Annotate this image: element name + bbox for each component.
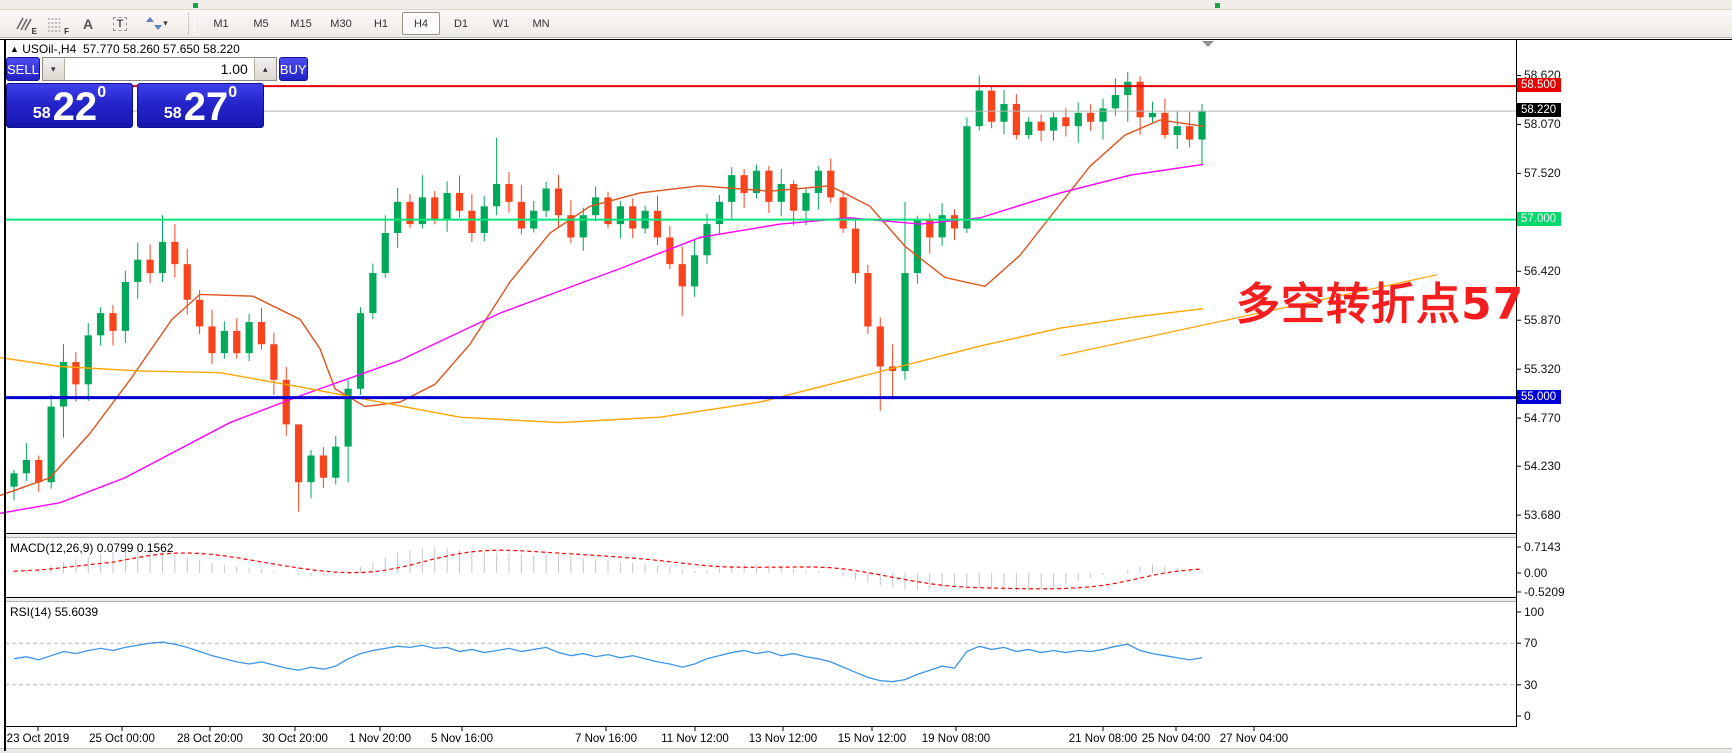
- timeframe-button-M30[interactable]: M30: [322, 12, 360, 35]
- grid-tool-icon[interactable]: F: [40, 11, 72, 37]
- time-axis-label: 15 Nov 12:00: [824, 733, 920, 745]
- text-label-tool-icon[interactable]: A: [72, 11, 104, 37]
- price-tick-label: 58.070: [1524, 117, 1561, 131]
- sell-price-button[interactable]: 58 22 0: [6, 83, 133, 128]
- text-label-glyph: A: [83, 16, 93, 32]
- buy-price-sup: 0: [228, 85, 237, 101]
- timeframe-button-M1[interactable]: M1: [202, 12, 240, 35]
- time-axis-label: 19 Nov 08:00: [908, 733, 1004, 745]
- rsi-scale-label: 0: [1524, 709, 1531, 723]
- time-axis-label: 30 Oct 20:00: [247, 733, 343, 745]
- rsi-name: RSI(14): [10, 605, 51, 619]
- price-badge-58.220: 58.220: [1517, 103, 1561, 117]
- sell-price-big: 22: [53, 91, 98, 124]
- timeframe-button-H4[interactable]: H4: [402, 12, 440, 35]
- timeframe-button-H1[interactable]: H1: [362, 12, 400, 35]
- time-axis-label: 5 Nov 16:00: [414, 733, 510, 745]
- time-axis-label: 25 Oct 00:00: [74, 733, 170, 745]
- chart-ohlc-values: 57.770 58.260 57.650 58.220: [83, 42, 240, 56]
- time-axis-label: 13 Nov 12:00: [735, 733, 831, 745]
- grid-tool-sub: F: [64, 27, 69, 36]
- price-tick-label: 57.520: [1524, 166, 1561, 180]
- timeframe-toolbar: M1M5M15M30H1H4D1W1MN: [201, 12, 561, 35]
- one-click-trading-panel: SELL ▾ ▴ BUY 58 22 0 58 27 0: [6, 57, 264, 128]
- time-axis-label: 27 Nov 04:00: [1206, 733, 1302, 745]
- symbol-marker-icon: ▲: [10, 44, 19, 54]
- sell-price-main: 58: [33, 106, 51, 122]
- macd-value: 0.0799: [97, 541, 134, 555]
- rsi-value: 55.6039: [55, 605, 98, 619]
- buy-price-big: 27: [184, 91, 229, 124]
- timeframe-button-M15[interactable]: M15: [282, 12, 320, 35]
- price-tick-label: 53.680: [1524, 508, 1561, 522]
- pattern-tool-icon[interactable]: E: [8, 11, 40, 37]
- macd-indicator-label: MACD(12,26,9) 0.0799 0.1562: [10, 541, 173, 555]
- volume-decrease-button[interactable]: ▾: [43, 58, 65, 80]
- toolbar-separator: [188, 13, 195, 35]
- rsi-scale-label: 70: [1524, 636, 1537, 650]
- macd-signal-value: 0.1562: [137, 541, 174, 555]
- volume-input[interactable]: [65, 58, 254, 80]
- macd-scale-label: -0.5209: [1524, 585, 1565, 599]
- rsi-scale-label: 30: [1524, 678, 1537, 692]
- chart-annotation-text: 多空转折点57: [1236, 268, 1524, 332]
- timeframe-button-W1[interactable]: W1: [482, 12, 520, 35]
- mt4-terminal-window: E F A T ▾ M1M5M15M30H1H4D1W1MN ▲ USOil-,…: [0, 0, 1732, 753]
- timeframe-button-D1[interactable]: D1: [442, 12, 480, 35]
- timeframe-button-M5[interactable]: M5: [242, 12, 280, 35]
- price-tick-label: 54.770: [1524, 411, 1561, 425]
- time-axis-label: 7 Nov 16:00: [558, 733, 654, 745]
- sell-button[interactable]: SELL: [6, 57, 40, 81]
- textbox-tool-icon[interactable]: T: [104, 11, 136, 37]
- macd-scale-label: 0.7143: [1524, 540, 1561, 554]
- buy-price-button[interactable]: 58 27 0: [137, 83, 264, 128]
- macd-name: MACD(12,26,9): [10, 541, 93, 555]
- volume-spinner: ▾ ▴: [42, 57, 277, 81]
- time-axis-label: 11 Nov 12:00: [647, 733, 743, 745]
- timeframe-button-MN[interactable]: MN: [522, 12, 560, 35]
- macd-scale-label: 0.00: [1524, 566, 1547, 580]
- main-toolbar: E F A T ▾ M1M5M15M30H1H4D1W1MN: [0, 10, 1732, 38]
- price-tick-label: 55.870: [1524, 313, 1561, 327]
- dropdown-caret-icon[interactable]: ▾: [163, 18, 168, 29]
- buy-button[interactable]: BUY: [279, 57, 308, 81]
- volume-increase-button[interactable]: ▴: [254, 58, 276, 80]
- price-tick-label: 55.320: [1524, 362, 1561, 376]
- rsi-scale-label: 100: [1524, 605, 1544, 619]
- buy-price-main: 58: [164, 106, 182, 122]
- arrows-tool-icon[interactable]: ▾: [136, 11, 178, 37]
- price-tick-label: 56.420: [1524, 264, 1561, 278]
- price-badge-57.000: 57.000: [1517, 212, 1561, 226]
- chart-symbol-period: USOil-,H4: [22, 42, 76, 56]
- textbox-glyph: T: [113, 17, 128, 31]
- pattern-tool-sub: E: [32, 27, 37, 36]
- time-axis-label: 28 Oct 20:00: [162, 733, 258, 745]
- price-tick-label: 54.230: [1524, 459, 1561, 473]
- sell-price-sup: 0: [97, 85, 106, 101]
- price-badge-58.500: 58.500: [1517, 78, 1561, 92]
- chart-title: ▲ USOil-,H4 57.770 58.260 57.650 58.220: [10, 42, 240, 56]
- price-badge-55.000: 55.000: [1517, 390, 1561, 404]
- rsi-indicator-label: RSI(14) 55.6039: [10, 605, 98, 619]
